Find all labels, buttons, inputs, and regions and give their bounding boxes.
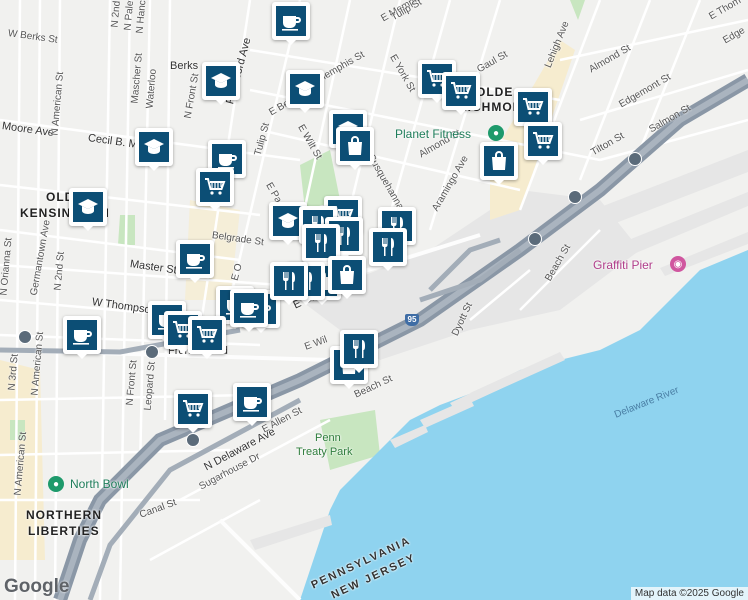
shopping-icon (332, 260, 362, 290)
shopping-icon (340, 131, 370, 161)
fitness-poi-icon[interactable]: ● (488, 125, 504, 141)
google-logo: Google (4, 576, 70, 597)
i95-shield-icon: 95 (405, 314, 419, 326)
grocery-marker[interactable] (442, 72, 480, 115)
cafe-icon (234, 293, 264, 323)
cafe-marker[interactable] (233, 383, 271, 426)
camera-poi-icon[interactable]: ◉ (670, 256, 686, 272)
grocery-marker[interactable] (514, 88, 552, 131)
restaurant-icon (306, 228, 336, 258)
restaurant-marker[interactable] (369, 228, 407, 271)
school-marker[interactable] (69, 188, 107, 231)
grocery-marker[interactable] (196, 168, 234, 211)
grocery-icon (446, 76, 476, 106)
cafe-marker[interactable] (63, 316, 101, 359)
transit-station-icon[interactable] (18, 330, 32, 344)
transit-station-icon[interactable] (145, 345, 159, 359)
school-icon (139, 132, 169, 162)
restaurant-marker[interactable] (270, 262, 308, 305)
cafe-icon (180, 244, 210, 274)
grocery-icon (192, 320, 222, 350)
shopping-marker[interactable] (336, 127, 374, 170)
transit-station-icon[interactable] (568, 190, 582, 204)
map-canvas[interactable]: N 2nd St N Palethorp N Hancock W Berks S… (0, 0, 748, 600)
shopping-marker[interactable] (328, 256, 366, 299)
school-marker[interactable] (286, 70, 324, 113)
school-icon (206, 66, 236, 96)
restaurant-icon (274, 266, 304, 296)
grocery-icon (178, 394, 208, 424)
cafe-icon (237, 387, 267, 417)
restaurant-icon (344, 334, 374, 364)
shopping-marker[interactable] (480, 142, 518, 185)
grocery-icon (518, 92, 548, 122)
restaurant-icon (373, 232, 403, 262)
school-icon (290, 74, 320, 104)
grocery-icon (200, 172, 230, 202)
school-marker[interactable] (202, 62, 240, 105)
grocery-icon (528, 126, 558, 156)
cafe-marker[interactable] (272, 2, 310, 45)
transit-station-icon[interactable] (628, 152, 642, 166)
grocery-marker[interactable] (188, 316, 226, 359)
map-base (0, 0, 748, 600)
cafe-marker[interactable] (176, 240, 214, 283)
bowling-poi-icon[interactable]: ● (48, 476, 64, 492)
school-marker[interactable] (135, 128, 173, 171)
shopping-icon (484, 146, 514, 176)
map-attribution: Map data ©2025 Google (630, 587, 748, 600)
cafe-icon (276, 6, 306, 36)
grocery-marker[interactable] (174, 390, 212, 433)
school-icon (73, 192, 103, 222)
transit-station-icon[interactable] (186, 433, 200, 447)
cafe-marker[interactable] (230, 289, 268, 332)
restaurant-marker[interactable] (340, 330, 378, 373)
grocery-marker[interactable] (524, 122, 562, 165)
transit-station-icon[interactable] (528, 232, 542, 246)
cafe-icon (67, 320, 97, 350)
